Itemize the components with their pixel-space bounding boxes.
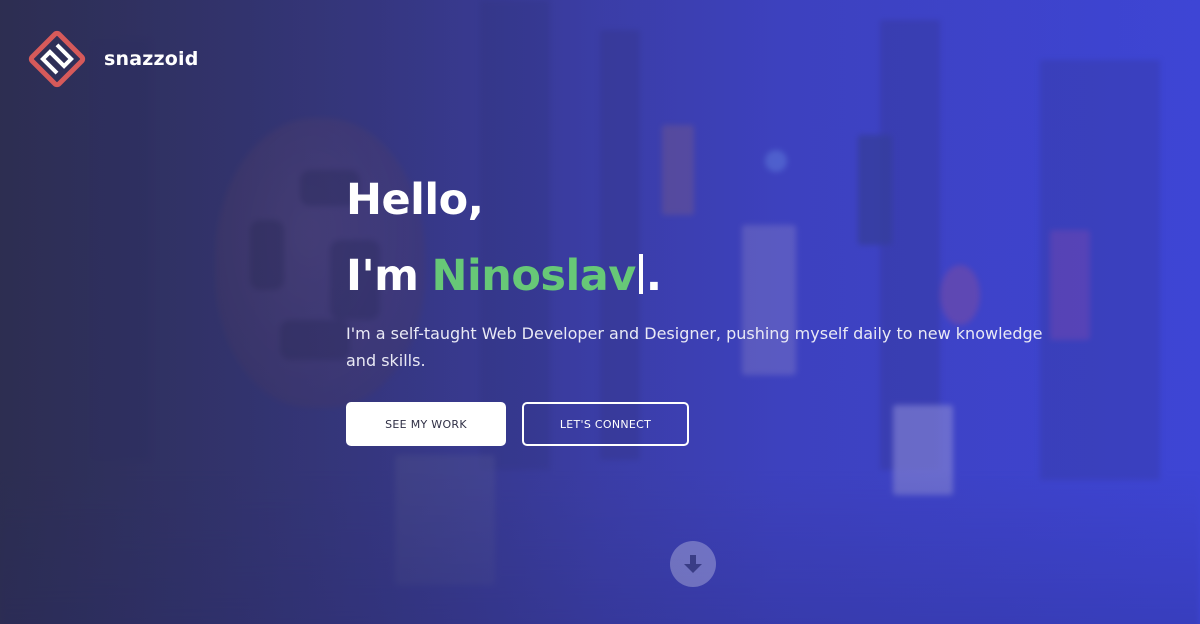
see-my-work-button[interactable]: SEE MY WORK: [346, 402, 506, 446]
intro-heading: I'm Ninoslav .: [346, 246, 1046, 306]
hero-content: Hello, I'm Ninoslav . I'm a self-taught …: [346, 170, 1046, 446]
hero-actions: SEE MY WORK LET'S CONNECT: [346, 402, 1046, 446]
arrow-down-circle-icon: [684, 555, 702, 573]
intro-suffix: .: [645, 251, 662, 301]
scroll-down-button[interactable]: [670, 541, 716, 587]
typing-cursor: [638, 254, 643, 294]
greeting-heading: Hello,: [346, 175, 484, 225]
intro-prefix: I'm: [346, 251, 419, 301]
brand[interactable]: snazzoid: [28, 30, 199, 88]
brand-name: snazzoid: [104, 48, 199, 70]
tagline: I'm a self-taught Web Developer and Desi…: [346, 324, 1043, 370]
snazzoid-logo-icon: [28, 30, 86, 88]
name-highlight: Ninoslav: [431, 251, 636, 301]
lets-connect-button[interactable]: LET'S CONNECT: [522, 402, 689, 446]
